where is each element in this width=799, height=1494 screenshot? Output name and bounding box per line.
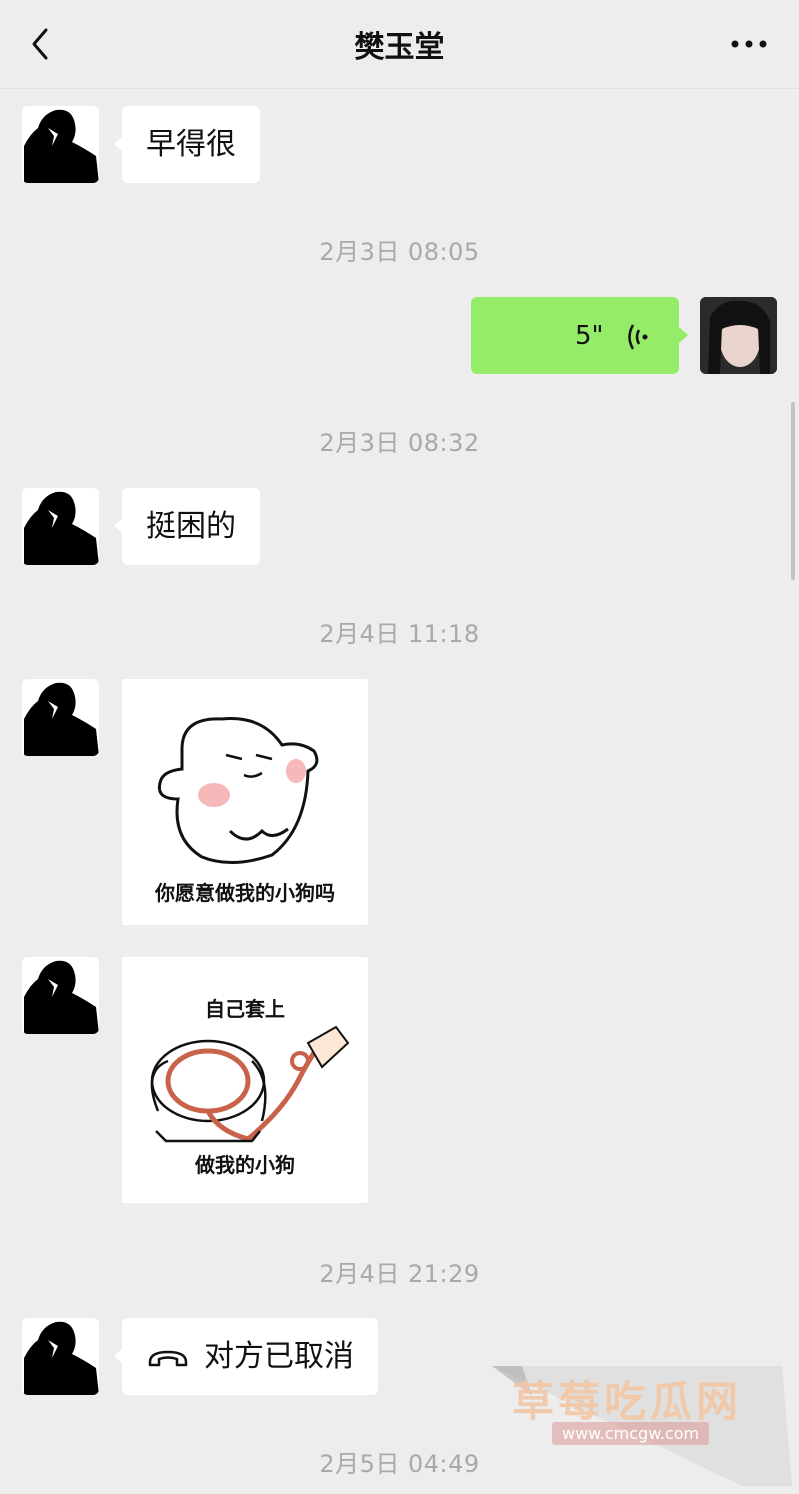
voice-duration: 5" (574, 321, 604, 351)
leash-bunny-sticker-image (150, 1025, 350, 1143)
voice-message-bubble[interactable]: 5" (471, 297, 688, 374)
message-timestamp: 2月4日 21:29 (319, 1260, 480, 1288)
silhouette-avatar-image (22, 1318, 99, 1395)
silhouette-avatar-image (22, 957, 99, 1034)
phone-hangup-icon (148, 1350, 188, 1366)
chat-title: 樊玉堂 (354, 30, 445, 65)
friend-avatar[interactable] (22, 488, 99, 565)
portrait-avatar-image (700, 297, 777, 374)
voice-wave-icon (628, 323, 648, 350)
silhouette-avatar-image (22, 679, 99, 756)
sticker-caption: 你愿意做我的小狗吗 (155, 881, 335, 905)
message-bubble-friend[interactable]: 挺困的 (114, 488, 260, 565)
friend-avatar[interactable] (22, 679, 99, 756)
sticker-message[interactable]: 你愿意做我的小狗吗 (122, 679, 368, 925)
friend-avatar[interactable] (22, 106, 99, 183)
my-avatar[interactable] (700, 297, 777, 374)
sticker-caption-top: 自己套上 (205, 997, 285, 1021)
more-button[interactable] (729, 30, 769, 58)
message-timestamp: 2月5日 04:49 (319, 1450, 480, 1478)
silhouette-avatar-image (22, 106, 99, 183)
friend-avatar[interactable] (22, 1318, 99, 1395)
watermark-title: 草莓吃瓜网 (512, 1377, 743, 1426)
friend-avatar[interactable] (22, 957, 99, 1034)
sticker-message[interactable]: 自己套上 做我的小狗 (122, 957, 368, 1203)
message-bubble-friend[interactable]: 早得很 (114, 106, 260, 183)
sticker-caption-bottom: 做我的小狗 (195, 1153, 295, 1177)
message-timestamp: 2月3日 08:05 (319, 238, 480, 266)
bunny-sticker-image (157, 717, 319, 865)
chat-header: 樊玉堂 (0, 0, 799, 89)
scrollbar-thumb[interactable] (791, 402, 795, 580)
message-timestamp: 2月3日 08:32 (319, 429, 480, 457)
silhouette-avatar-image (22, 488, 99, 565)
watermark-url: www.cmcgw.com (552, 1422, 710, 1445)
call-record-bubble[interactable]: 对方已取消 (114, 1318, 378, 1395)
more-dots-icon (731, 40, 767, 48)
message-timestamp: 2月4日 11:18 (319, 620, 480, 648)
call-status-text: 对方已取消 (204, 1339, 354, 1374)
